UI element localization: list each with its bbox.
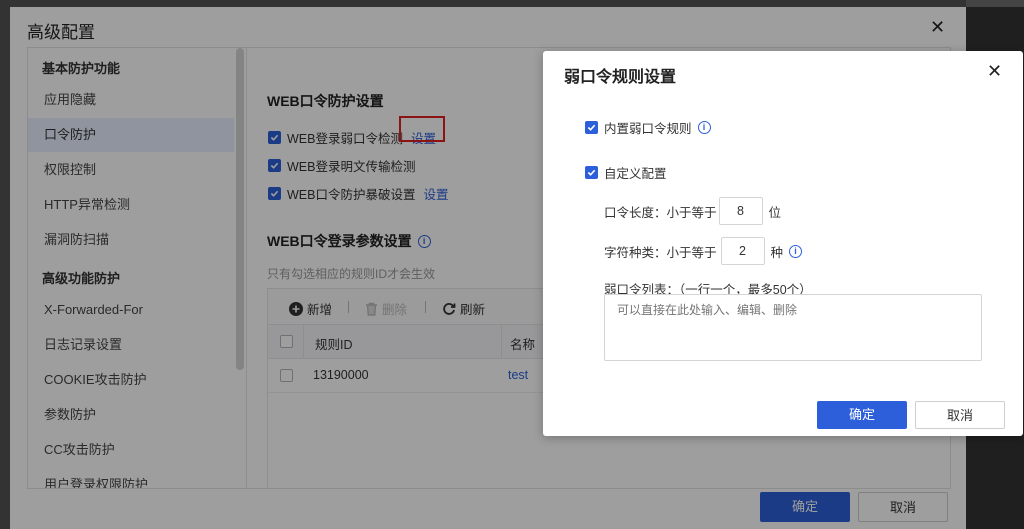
plaintext-checkbox[interactable] [268,158,281,172]
sidebar-item-password-protect[interactable]: 口令防护 [28,118,234,152]
charset-label: 字符种类：小于等于 [604,245,717,260]
toolbar-divider [348,301,349,313]
close-icon[interactable]: ✕ [930,17,945,38]
info-icon[interactable]: i [789,244,803,258]
option-bruteforce: WEB口令防护暴破设置 设置 [268,184,449,202]
builtin-rule-option: 内置弱口令规则 i [585,118,711,137]
select-all-checkbox[interactable] [280,335,293,348]
dialog-title: 高级配置 [27,23,95,42]
charset-row: 字符种类：小于等于 种 i [604,237,803,265]
builtin-rule-checkbox[interactable] [585,121,598,134]
add-button[interactable]: 新增 [289,299,332,318]
password-length-input[interactable] [718,197,763,225]
plus-circle-icon [289,301,303,316]
info-icon[interactable]: i [417,234,431,248]
sub-cancel-button[interactable]: 取消 [915,401,1005,429]
sidebar-item-vuln-scan[interactable]: 漏洞防扫描 [28,223,234,257]
refresh-button[interactable]: 刷新 [442,299,485,318]
row-checkbox[interactable] [280,369,293,382]
sidebar-item-xff[interactable]: X-Forwarded-For [28,293,234,327]
weak-password-rules-dialog: 弱口令规则设置 ✕ 内置弱口令规则 i 自定义配置 口令长度：小于等于 位 字符… [543,51,1023,436]
charset-input[interactable] [720,237,765,265]
weak-password-label: WEB登录弱口令检测 [287,131,403,146]
rule-hint-text: 只有勾选相应的规则ID才会生效 [267,267,436,281]
trash-icon [366,302,377,316]
plaintext-label: WEB登录明文传输检测 [287,159,416,174]
sidebar-item-app-hide[interactable]: 应用隐藏 [28,83,234,117]
dialog-header: 高级配置 ✕ [10,7,966,47]
password-length-unit: 位 [768,205,782,220]
web-password-section-title: WEB口令防护设置 [267,93,384,109]
delete-button[interactable]: 删除 [365,299,407,318]
custom-config-option: 自定义配置 [585,163,667,182]
sidebar-item-log[interactable]: 日志记录设置 [28,328,234,362]
password-length-row: 口令长度：小于等于 位 [604,197,781,225]
sidebar-item-param[interactable]: 参数防护 [28,398,234,432]
cell-name-link[interactable]: test [508,368,528,382]
weak-password-settings-link[interactable]: 设置 [398,115,445,147]
builtin-rule-label: 内置弱口令规则 [604,122,692,136]
sidebar-item-permission[interactable]: 权限控制 [28,153,234,187]
custom-config-checkbox[interactable] [585,166,598,179]
highlight-box [398,115,445,142]
weak-password-list-textarea[interactable] [604,294,982,361]
main-confirm-button[interactable]: 确定 [760,492,850,522]
sidebar-group-basic: 基本防护功能 [42,61,121,76]
header-rule-id[interactable]: 规则ID [315,334,353,353]
bruteforce-settings-link[interactable]: 设置 [423,184,448,203]
toolbar-divider [425,301,426,313]
login-params-section-title: WEB口令登录参数设置 i [267,231,431,251]
cell-rule-id: 13190000 [313,368,369,382]
sidebar-item-http-anomaly[interactable]: HTTP异常检测 [28,188,234,222]
sidebar-item-login-permission[interactable]: 用户登录权限防护 [28,468,234,488]
custom-config-label: 自定义配置 [604,167,667,181]
header-name[interactable]: 名称 [510,334,535,353]
sub-confirm-button[interactable]: 确定 [817,401,907,429]
sidebar-item-cc[interactable]: CC攻击防护 [28,433,234,467]
option-weak-password: WEB登录弱口令检测 设置 [268,115,445,147]
option-plaintext: WEB登录明文传输检测 [268,156,415,174]
info-icon[interactable]: i [697,121,711,134]
weak-password-checkbox[interactable] [268,130,281,144]
main-cancel-button[interactable]: 取消 [858,492,948,522]
password-length-label: 口令长度：小于等于 [604,205,717,220]
sidebar-scrollbar[interactable] [236,48,244,370]
sidebar-item-cookie[interactable]: COOKIE攻击防护 [28,363,234,397]
refresh-icon [443,302,456,315]
sub-dialog-title: 弱口令规则设置 [564,69,677,86]
bruteforce-checkbox[interactable] [268,186,281,200]
sidebar-nav: 基本防护功能 应用隐藏 口令防护 权限控制 HTTP异常检测 漏洞防扫描 高级功… [28,48,247,488]
charset-unit: 种 [770,245,784,260]
sidebar-group-advanced: 高级功能防护 [42,271,121,286]
bruteforce-label: WEB口令防护暴破设置 [287,187,416,202]
close-icon[interactable]: ✕ [987,61,1002,82]
